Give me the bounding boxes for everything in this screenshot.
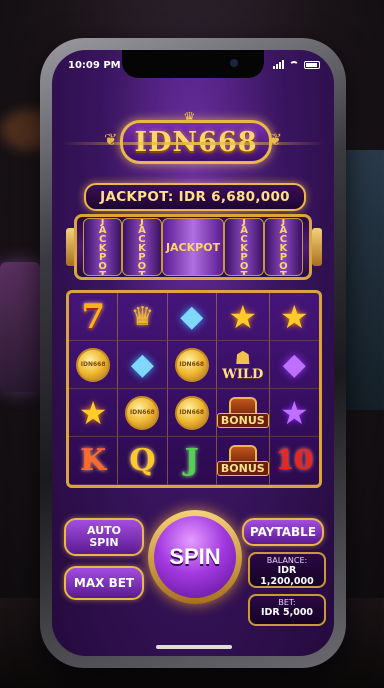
reel-cell: IDN668 — [167, 389, 217, 437]
jackpot-banner: JACKPOT: IDR 6,680,000 — [84, 183, 306, 211]
jackpot-reel-text: JACKPOT — [97, 218, 109, 276]
battery-icon — [304, 60, 320, 69]
logo: ♛ ❦ ❦ IDN668 — [104, 110, 282, 166]
reel-cell: ◆ — [118, 341, 168, 389]
jackpot-reel-center: JACKPOT — [161, 218, 225, 276]
blue-diamond-icon: ◆ — [180, 299, 204, 334]
bet-value: IDR 5,000 — [260, 607, 314, 618]
auto-spin-button[interactable]: AUTO SPIN — [64, 518, 144, 556]
purple-diamond-icon: ◆ — [282, 347, 306, 382]
paytable-label: PAYTABLE — [249, 525, 317, 539]
bonus-label: BONUS — [216, 461, 269, 476]
reel-cell: IDN668 — [69, 341, 119, 389]
blue-diamond-icon: ◆ — [130, 347, 154, 382]
coin-label: IDN668 — [80, 361, 106, 368]
jackpot-reel-text: JACKPOT — [165, 240, 221, 254]
background-slot-machine — [0, 262, 40, 392]
bonus-label: BONUS — [216, 413, 269, 428]
jackpot-reel: JACKPOT — [263, 218, 304, 276]
coin-icon: IDN668 — [76, 347, 111, 382]
divider — [62, 142, 324, 145]
coin-label: IDN668 — [130, 409, 155, 416]
reel-cell: 10 — [269, 437, 319, 485]
reel-cell: ♛ — [118, 293, 168, 341]
control-panel: AUTO SPIN MAX BET SPIN PAYTABLE BALANCE:… — [52, 498, 334, 656]
reel-cell: ★ — [69, 389, 119, 437]
home-indicator[interactable] — [156, 645, 232, 649]
card-j-symbol: J — [184, 443, 199, 478]
reel-cell: BONUS — [216, 437, 270, 485]
bet-display: BET: IDR 5,000 — [248, 594, 326, 626]
signal-icon — [273, 60, 284, 69]
status-time: 10:09 PM — [68, 60, 121, 71]
coin-label: IDN668 — [179, 361, 205, 368]
phone-frame: 10:09 PM ♛ ❦ ❦ IDN668 JACKPOT: IDR 6,680… — [40, 38, 346, 668]
game-screen: 10:09 PM ♛ ❦ ❦ IDN668 JACKPOT: IDR 6,680… — [52, 50, 334, 656]
reel-cell: IDN668 — [167, 341, 217, 389]
status-icons — [273, 60, 320, 69]
wifi-icon — [289, 60, 299, 69]
jackpot-reel: JACKPOT — [122, 218, 162, 276]
card-10-symbol: 10 — [275, 445, 314, 476]
drum-cap-right — [312, 228, 322, 266]
gold-star-icon: ★ — [228, 297, 258, 336]
jackpot-reel: JACKPOT — [83, 218, 123, 276]
crown-icon: ♛ — [130, 301, 155, 332]
gold-star-icon: ★ — [280, 297, 309, 336]
reel-cell: Q — [118, 437, 168, 485]
wild-symbol: ☗ WILD — [222, 348, 263, 382]
reel-grid: 7 ♛ ◆ ★ ★ IDN668 ◆ IDN668 ☗ WILD ◆ ★ IDN… — [66, 290, 322, 488]
bonus-symbol: BONUS — [216, 445, 269, 476]
background-window — [344, 150, 384, 410]
spin-button-ring: SPIN — [148, 510, 242, 604]
coin-icon: IDN668 — [174, 395, 209, 430]
bet-label: BET: — [278, 598, 296, 607]
jackpot-reel-text: JACKPOT — [136, 218, 148, 276]
reel-cell: ★ — [216, 293, 270, 341]
reel-cell: ◆ — [167, 293, 217, 341]
card-k-symbol: K — [80, 443, 107, 478]
reel-cell: 7 — [69, 293, 119, 341]
reel-cell: IDN668 — [118, 389, 168, 437]
auto-spin-label: AUTO SPIN — [87, 524, 121, 549]
balance-value: IDR 1,200,000 — [260, 565, 314, 587]
reel-cell: ★ — [269, 389, 319, 437]
reel-cell: K — [69, 437, 119, 485]
swirl-left-icon: ❦ — [104, 130, 118, 149]
reel-cell: ◆ — [269, 341, 319, 389]
coin-label: IDN668 — [179, 409, 205, 416]
reel-cell: J — [167, 437, 217, 485]
spin-button[interactable]: SPIN — [154, 516, 236, 598]
seven-symbol: 7 — [81, 296, 105, 337]
jackpot-text: JACKPOT: IDR 6,680,000 — [100, 189, 290, 205]
purple-star-icon: ★ — [280, 393, 309, 432]
wild-label: WILD — [222, 366, 264, 382]
status-bar: 10:09 PM — [52, 50, 334, 80]
reel-cell: ★ — [269, 293, 319, 341]
mask-icon: ☗ — [234, 347, 251, 369]
max-bet-button[interactable]: MAX BET — [64, 566, 144, 600]
coin-icon: IDN668 — [174, 347, 209, 382]
balance-label: BALANCE: — [266, 556, 308, 565]
max-bet-label: MAX BET — [73, 576, 135, 590]
jackpot-reel-text: JACKPOT — [277, 218, 289, 276]
gold-star-icon: ★ — [78, 393, 108, 432]
bonus-symbol: BONUS — [216, 397, 269, 428]
spin-label: SPIN — [169, 544, 221, 569]
jackpot-reel-text: JACKPOT — [238, 218, 250, 276]
card-q-symbol: Q — [129, 443, 156, 478]
balance-display: BALANCE: IDR 1,200,000 — [248, 552, 326, 588]
reel-cell: ☗ WILD — [216, 341, 270, 389]
paytable-button[interactable]: PAYTABLE — [242, 518, 324, 546]
jackpot-reel: JACKPOT — [224, 218, 264, 276]
coin-icon: IDN668 — [125, 395, 160, 430]
jackpot-drum: JACKPOT JACKPOT JACKPOT JACKPOT JACKPOT — [74, 214, 312, 280]
reel-cell: BONUS — [216, 389, 270, 437]
